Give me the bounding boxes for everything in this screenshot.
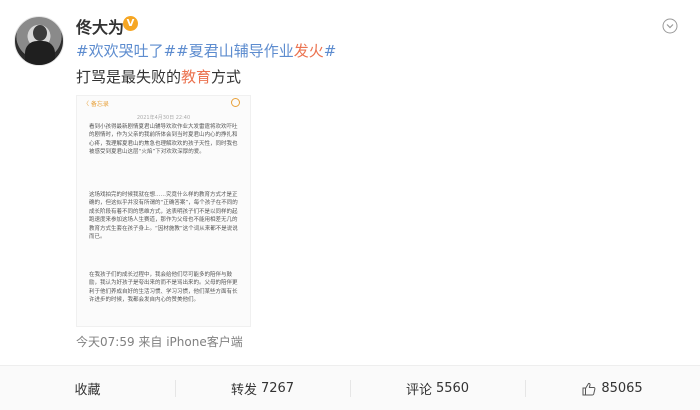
- repost-count: 7267: [260, 381, 295, 396]
- headline-highlight: 教育: [181, 68, 212, 86]
- topic-hash[interactable]: #: [176, 42, 189, 60]
- image-paragraph-2: 这场戏拍完的时候我就在想……究竟什么样的教育方式才是正确的，但这似乎并没有所谓的…: [89, 192, 238, 241]
- headline-part1: 打骂是最失败的: [76, 68, 182, 86]
- topic-hash[interactable]: #: [324, 42, 337, 60]
- image-paragraph-1: 看到小孩得最新剧情夏君山辅导欢欢作业大发雷霆将欢欢吓吐的剧情时，作为父亲的我前所…: [89, 124, 238, 156]
- topic-1[interactable]: 欢欢哭吐了: [89, 42, 164, 60]
- image-notes-nav: 〈 备忘录: [77, 96, 250, 112]
- topic-2-part-a[interactable]: 夏君山辅导作业: [189, 42, 294, 60]
- more-chevron-icon[interactable]: [662, 18, 678, 34]
- avatar-body: [25, 41, 55, 65]
- image-paragraph-3: 在我孩子们的成长过程中，我会给他们尽可能多的陪伴与鼓励，我认为好孩子是夸出来的而…: [89, 272, 238, 304]
- topic-hash[interactable]: #: [164, 42, 177, 60]
- comment-button[interactable]: 评论 5560: [350, 366, 525, 410]
- image-back-label: 〈 备忘录: [83, 101, 109, 108]
- like-count: 85065: [601, 381, 643, 396]
- username[interactable]: 佟大为: [76, 14, 124, 38]
- favorite-label: 收藏: [74, 383, 101, 398]
- post-topics: #欢欢哭吐了##夏君山辅导作业发火#: [76, 40, 336, 61]
- action-bar: 收藏 转发 7267 评论 5560 85065: [0, 365, 700, 410]
- post-image[interactable]: 〈 备忘录 2021年4月30日 22:40 看到小孩得最新剧情夏君山辅导欢欢作…: [76, 95, 251, 327]
- repost-button[interactable]: 转发 7267: [175, 366, 350, 410]
- weibo-post-card: 佟大为 V #欢欢哭吐了##夏君山辅导作业发火# 打骂是最失败的教育方式 〈 备…: [0, 0, 700, 410]
- topic-2-part-b[interactable]: 发火: [294, 42, 324, 60]
- comment-count: 5560: [435, 381, 470, 396]
- post-headline: 打骂是最失败的教育方式: [76, 66, 241, 87]
- repost-label: 转发: [230, 383, 257, 398]
- avatar-head: [33, 25, 47, 41]
- image-more-icon: [231, 98, 240, 107]
- topic-hash[interactable]: #: [76, 42, 89, 60]
- favorite-button[interactable]: 收藏: [0, 366, 175, 410]
- post-meta: 今天07:59 来自 iPhone客户端: [76, 335, 243, 349]
- like-thumb-icon: [582, 382, 596, 395]
- comment-label: 评论: [405, 383, 432, 398]
- avatar[interactable]: [14, 16, 64, 66]
- image-date: 2021年4月30日 22:40: [136, 115, 191, 121]
- like-button[interactable]: 85065: [525, 366, 700, 410]
- verified-badge-icon: V: [123, 16, 138, 31]
- headline-part2: 方式: [211, 68, 242, 86]
